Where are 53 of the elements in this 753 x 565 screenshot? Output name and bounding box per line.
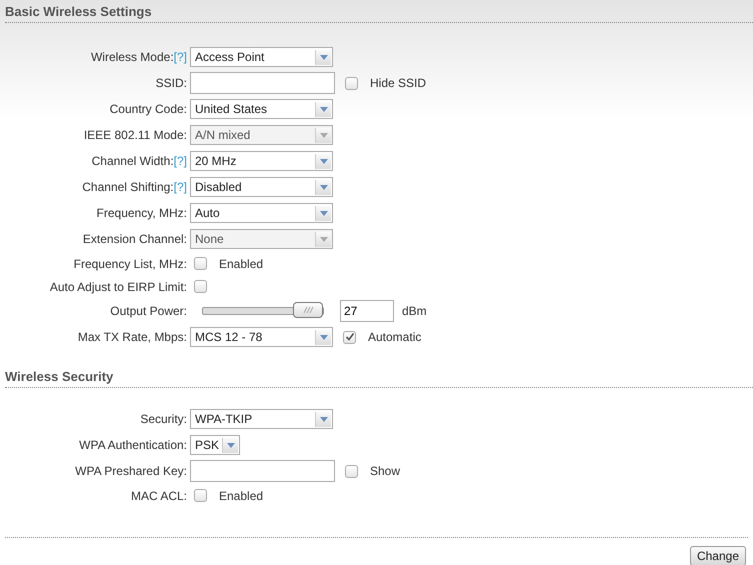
checkbox-label: Hide SSID: [370, 76, 426, 90]
dropdown[interactable]: 20 MHz: [190, 151, 333, 171]
caret-icon: [320, 132, 328, 138]
field-label: SSID:: [156, 76, 187, 90]
caret-icon: [320, 210, 328, 216]
caret-icon: [320, 334, 328, 340]
field-label: Frequency List, MHz:: [74, 256, 187, 270]
checkbox-label: Enabled: [219, 256, 264, 270]
field-label: Wireless Mode:: [90, 50, 174, 64]
text-field[interactable]: [190, 72, 335, 94]
dropdown[interactable]: United States: [190, 99, 333, 119]
dropdown[interactable]: PSK: [190, 435, 240, 455]
power-field[interactable]: 27: [340, 300, 394, 322]
section-title: Basic Wireless Settings: [5, 4, 152, 19]
field-label: Extension Channel:: [82, 232, 187, 246]
checkbox[interactable]: [345, 76, 358, 90]
section-title: Wireless Security: [5, 369, 114, 384]
dropdown[interactable]: Disabled: [190, 177, 333, 197]
field-label: IEEE 802.11 Mode:: [84, 128, 187, 142]
caret-icon: [226, 442, 234, 448]
field-label: Country Code:: [110, 102, 187, 116]
change-button[interactable]: Change: [690, 546, 746, 565]
field-label: WPA Authentication:: [79, 438, 187, 452]
dropdown[interactable]: Access Point: [190, 47, 333, 67]
dropdown[interactable]: Auto: [190, 203, 333, 223]
caret-icon: [320, 158, 328, 164]
checkbox-label: Enabled: [219, 488, 264, 502]
field-label: Channel Shifting:: [82, 180, 174, 194]
checkbox[interactable]: [343, 330, 356, 344]
field-label: Security:: [140, 412, 187, 426]
caret-icon: [320, 54, 328, 60]
checkbox[interactable]: [345, 464, 358, 478]
checkbox[interactable]: [194, 257, 207, 270]
field-label: Output Power:: [110, 304, 187, 318]
caret-icon: [320, 184, 328, 190]
caret-icon: [320, 106, 328, 112]
field-label: WPA Preshared Key:: [75, 464, 187, 478]
field-label: Max TX Rate, Mbps:: [78, 330, 187, 344]
field-label: Channel Width:: [92, 154, 174, 168]
checkbox-label: Automatic: [368, 330, 422, 344]
field-label: MAC ACL:: [130, 488, 187, 502]
checkbox[interactable]: [194, 280, 207, 293]
checkbox-label: Show: [370, 464, 400, 478]
text-field[interactable]: [190, 460, 335, 482]
dropdown[interactable]: WPA-TKIP: [190, 409, 333, 429]
caret-icon: [320, 236, 328, 242]
unit-label: dBm: [402, 304, 427, 318]
field-label: Auto Adjust to EIRP Limit:: [50, 280, 187, 294]
checkbox[interactable]: [194, 489, 207, 502]
dropdown[interactable]: MCS 12 - 78: [190, 327, 333, 347]
field-label: Frequency, MHz:: [96, 206, 187, 220]
caret-icon: [320, 416, 328, 422]
slider-handle[interactable]: [293, 302, 323, 318]
